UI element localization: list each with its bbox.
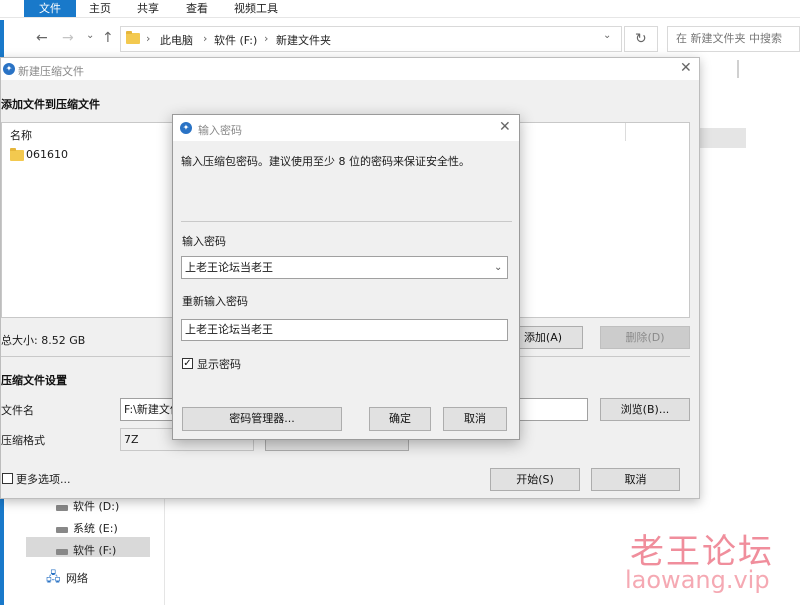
show-password-checkbox[interactable]: ✓: [182, 358, 193, 369]
password-manager-button[interactable]: 密码管理器...: [182, 407, 342, 431]
back-arrow-icon[interactable]: ←: [36, 30, 48, 46]
repeat-password-label: 重新输入密码: [182, 295, 248, 308]
breadcrumb-drive-f[interactable]: 软件 (F:): [214, 32, 257, 48]
refresh-button[interactable]: ↻: [624, 26, 658, 52]
drive-icon: [56, 527, 68, 533]
ribbon: [0, 0, 800, 18]
dialog-cancel-button[interactable]: 取消: [443, 407, 507, 431]
breadcrumb-separator-icon: ›: [264, 32, 269, 45]
ribbon-tab-share[interactable]: 共享: [137, 0, 159, 17]
close-icon[interactable]: ✕: [680, 60, 692, 76]
ok-button[interactable]: 确定: [369, 407, 431, 431]
add-files-heading: 添加文件到压缩文件: [1, 98, 100, 111]
password-label: 输入密码: [182, 235, 226, 248]
breadcrumb-separator-icon: ›: [203, 32, 208, 45]
more-options-label[interactable]: 更多选项...: [16, 471, 71, 487]
breadcrumb-separator-icon: ›: [146, 32, 151, 45]
window-edge: [0, 20, 4, 58]
drive-icon: [56, 549, 68, 555]
archive-window-title: 新建压缩文件: [18, 65, 84, 78]
file-list-item[interactable]: 061610: [26, 148, 68, 161]
password-description: 输入压缩包密码。建议使用至少 8 位的密码来保证安全性。: [181, 155, 470, 168]
divider: [181, 221, 512, 222]
network-icon: 🖧: [46, 570, 61, 585]
password-value: 上老王论坛当老王: [185, 261, 273, 274]
nav-item-drive-e[interactable]: 系统 (E:): [73, 520, 118, 536]
password-dialog-title: 输入密码: [198, 124, 242, 137]
browse-button[interactable]: 浏览(B)...: [600, 398, 690, 421]
close-icon[interactable]: ✕: [499, 119, 511, 135]
drive-icon: [56, 505, 68, 511]
start-button[interactable]: 开始(S): [490, 468, 580, 491]
cancel-button[interactable]: 取消: [591, 468, 680, 491]
repeat-password-input[interactable]: 上老王论坛当老王: [181, 319, 508, 341]
watermark-url: laowang.vip: [625, 566, 770, 594]
address-bar[interactable]: [120, 26, 622, 52]
format-label: 压缩格式: [1, 434, 45, 447]
archive-settings-heading: 压缩文件设置: [1, 374, 67, 387]
ribbon-tab-video-tools[interactable]: 视频工具: [234, 0, 278, 17]
breadcrumb-new-folder[interactable]: 新建文件夹: [276, 32, 331, 48]
more-options-checkbox[interactable]: [2, 473, 13, 484]
ribbon-tab-file[interactable]: 文件: [24, 0, 76, 17]
search-input[interactable]: 在 新建文件夹 中搜索: [667, 26, 800, 52]
file-list-header-name[interactable]: 名称: [10, 127, 32, 143]
nav-item-drive-d[interactable]: 软件 (D:): [73, 498, 119, 514]
nav-item-network[interactable]: 网络: [66, 570, 88, 586]
show-password-label[interactable]: 显示密码: [197, 356, 241, 372]
ribbon-tab-home[interactable]: 主页: [89, 0, 111, 17]
explorer-column-divider: [737, 60, 739, 78]
folder-icon: [10, 148, 24, 161]
up-arrow-icon[interactable]: ↑: [102, 30, 114, 46]
delete-button[interactable]: 删除(D): [600, 326, 690, 349]
password-input[interactable]: 上老王论坛当老王 ⌄: [181, 256, 508, 279]
app-logo-icon: ✦: [180, 122, 192, 134]
column-divider: [625, 123, 626, 141]
ribbon-tab-view[interactable]: 查看: [186, 0, 208, 17]
forward-arrow-icon[interactable]: →: [62, 30, 74, 46]
password-dialog: ✦ 输入密码 ✕ 输入压缩包密码。建议使用至少 8 位的密码来保证安全性。 输入…: [172, 114, 520, 440]
explorer-selected-row: [700, 128, 746, 148]
chevron-down-icon[interactable]: ⌄: [494, 257, 502, 278]
archive-window-titlebar: [1, 58, 699, 80]
app-logo-icon: ✦: [3, 63, 15, 75]
refresh-icon: ↻: [635, 31, 647, 47]
address-dropdown-chevron-icon[interactable]: ⌄: [603, 30, 611, 41]
folder-icon: [126, 31, 140, 44]
total-size-label: 总大小: 8.52 GB: [1, 334, 86, 347]
breadcrumb-this-pc[interactable]: 此电脑: [160, 32, 193, 48]
window-edge: [0, 490, 4, 605]
filename-label: 文件名: [1, 404, 34, 417]
nav-item-drive-f[interactable]: 软件 (F:): [73, 542, 116, 558]
recent-locations-chevron-icon[interactable]: ⌄: [86, 30, 94, 41]
